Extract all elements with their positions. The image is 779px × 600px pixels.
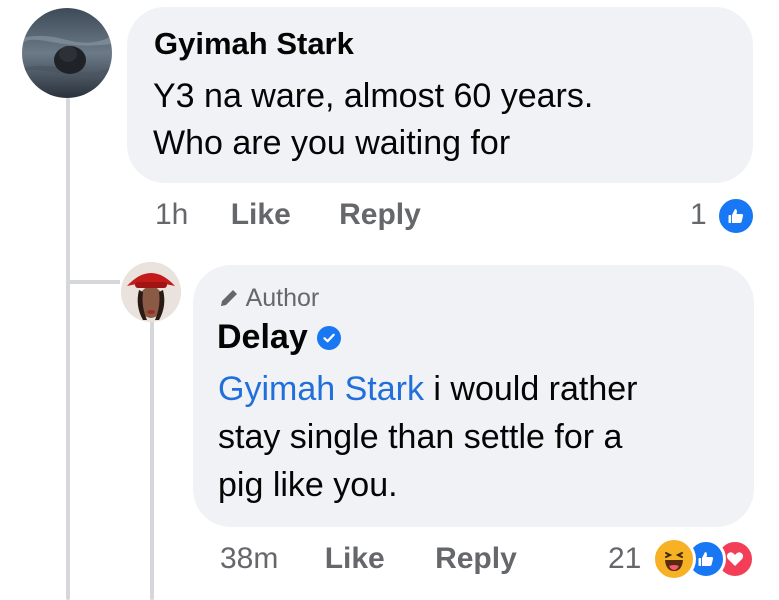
verified-badge-icon [317,326,341,350]
avatar[interactable] [121,262,181,322]
reply-text-line-3: pig like you. [218,466,398,504]
comment-author-name[interactable]: Gyimah Stark [154,26,354,62]
like-icon [716,196,756,236]
reply-thread-line [150,318,154,600]
comment-meta: 1h Like Reply [155,198,421,232]
author-badge-label: Author [245,284,320,312]
comment-text-line-2: Who are you waiting for [153,124,511,162]
reply-text-line-2: stay single than settle for a [218,418,623,456]
like-button[interactable]: Like [325,542,385,575]
reply-timestamp[interactable]: 38m [220,542,278,575]
haha-icon [652,537,696,581]
author-badge: Author [218,284,319,313]
thread-line-vertical [66,98,70,600]
comment-timestamp[interactable]: 1h [155,198,188,231]
reaction-count[interactable]: 21 [608,542,641,576]
like-button[interactable]: Like [231,198,291,231]
avatar-image [22,8,112,98]
reaction-count[interactable]: 1 [690,198,707,232]
avatar[interactable] [22,8,112,98]
reply-button[interactable]: Reply [435,542,517,575]
avatar-image [121,262,181,322]
reply-text-line-1-rest: i would rather [423,370,638,408]
reply-meta: 38m Like Reply [220,542,517,576]
mention-link[interactable]: Gyimah Stark [218,370,424,408]
reply-button[interactable]: Reply [339,198,421,231]
reply-text-line-1: Gyimah Stark i would rather [218,366,638,413]
pencil-icon [221,290,237,306]
comment-text-line-1: Y3 na ware, almost 60 years. [153,77,594,115]
thread-line-branch [66,280,120,284]
reply-author-name[interactable]: Delay [217,318,308,357]
